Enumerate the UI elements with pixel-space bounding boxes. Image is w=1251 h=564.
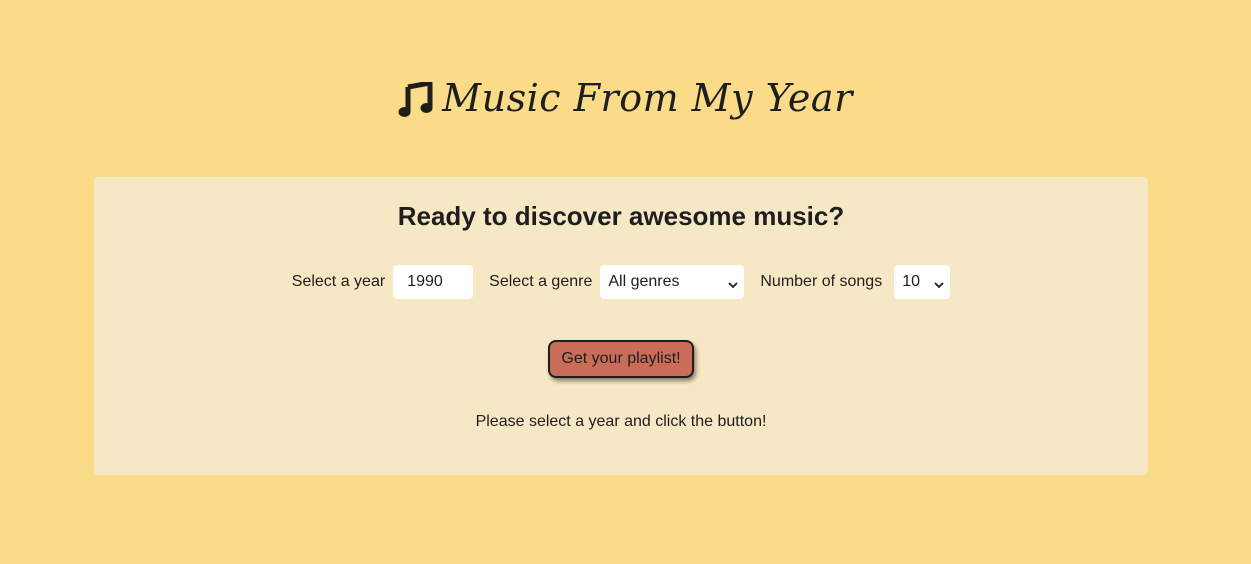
app-title: Music From My Year xyxy=(442,76,853,120)
app-header: Music From My Year xyxy=(0,76,1251,120)
songs-label: Number of songs xyxy=(760,273,883,290)
songs-select-value: 10 xyxy=(902,273,920,290)
card-heading: Ready to discover awesome music? xyxy=(397,201,845,231)
year-input[interactable] xyxy=(393,265,474,299)
genre-select[interactable]: All genres xyxy=(600,265,745,299)
status-message: Please select a year and click the butto… xyxy=(475,413,767,430)
chevron-down-icon xyxy=(728,277,738,289)
songs-select[interactable]: 10 xyxy=(894,265,951,299)
genre-select-value: All genres xyxy=(608,273,680,290)
playlist-controls: Select a year Select a genre All genres … xyxy=(94,265,1148,299)
get-playlist-button[interactable]: Get your playlist! xyxy=(548,340,694,378)
chevron-down-icon xyxy=(934,277,944,289)
year-label: Select a year xyxy=(291,273,386,290)
playlist-card: Ready to discover awesome music? Select … xyxy=(94,177,1148,475)
genre-label: Select a genre xyxy=(489,273,593,290)
music-note-icon xyxy=(398,82,434,118)
